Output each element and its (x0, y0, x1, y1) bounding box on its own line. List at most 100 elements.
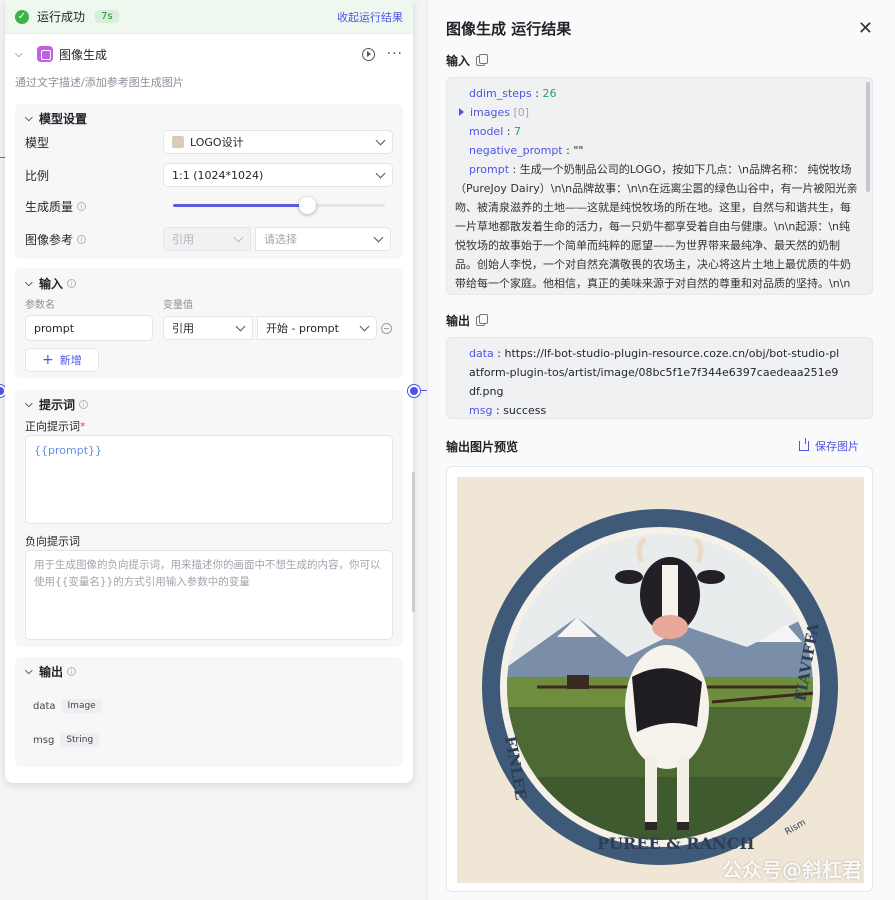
param-name-input[interactable]: prompt (25, 315, 153, 341)
model-settings-section: ⌵ 模型设置 模型 LOGO设计 比例 1:1 (1024*1024) 生成质量… (15, 104, 403, 259)
info-icon[interactable]: i (77, 201, 87, 211)
output-item: msg String (33, 733, 100, 747)
chevron-down-icon (375, 135, 386, 145)
input-json-viewer[interactable]: ddim_steps : 26 images [0] model : 7 neg… (446, 77, 873, 295)
quality-label: 生成质量 (25, 199, 74, 214)
json-scrollbar[interactable] (866, 82, 870, 192)
model-row: 模型 LOGO设计 (25, 129, 397, 155)
result-output-label: 输出 (446, 314, 471, 328)
caret-right-icon[interactable] (459, 108, 464, 116)
json-line[interactable]: images [0] (447, 103, 872, 122)
chevron-down-icon: ⌵ (25, 398, 33, 410)
logo-bottom-text: PUREE & RANCH (597, 834, 754, 853)
watermark-text: 公众号@斜杠君 (722, 858, 862, 882)
required-mark: * (80, 420, 86, 433)
output-section: ⌵ 输出 i data Image msg String (15, 657, 403, 767)
json-key: images (470, 106, 510, 119)
positive-prompt-label-wrap: 正向提示词* (25, 418, 86, 434)
close-icon[interactable]: ✕ (858, 18, 873, 39)
run-status-text: 运行成功 (37, 10, 86, 24)
input-title: 输入 (39, 276, 64, 291)
quality-slider[interactable] (173, 197, 385, 214)
output-title: 输出 (39, 664, 64, 679)
model-settings-title: 模型设置 (39, 111, 88, 126)
prompt-title: 提示词 (39, 397, 76, 412)
node-scrollbar[interactable] (412, 472, 415, 612)
chevron-down-icon[interactable]: ⌵ (15, 49, 29, 60)
negative-prompt-textarea[interactable]: 用于生成图像的负向提示词，用来描述你的画面中不想生成的内容，你可以使用{{变量名… (25, 550, 393, 640)
chevron-down-icon (235, 321, 246, 331)
image-generation-node[interactable]: ✓ 运行成功 7s 收起运行结果 ⌵ 图像生成 ··· 通过文字描述/添加参考图… (5, 0, 413, 783)
quality-slider-fill (173, 204, 307, 207)
json-key: ddim_steps (469, 87, 532, 100)
json-line: msg : success (469, 404, 547, 417)
generated-logo-image: FINLEE FIAVIFFA PUREE & RANCH Rism (457, 477, 864, 883)
negative-prompt-label: 负向提示词 (25, 535, 80, 548)
output-name: data (33, 700, 56, 712)
output-header[interactable]: ⌵ 输出 i (15, 657, 403, 679)
input-ref-type-select[interactable]: 引用 (163, 316, 253, 340)
run-node-icon[interactable] (361, 47, 375, 61)
json-line: prompt : 生成一个奶制品公司的LOGO，按如下几点：\n品牌名称： 纯悦… (447, 160, 872, 294)
json-line: negative_prompt : "" (469, 144, 584, 157)
save-image-label: 保存图片 (815, 440, 859, 453)
ref-label: 图像参考 (25, 232, 74, 247)
reference-row: 图像参考 i 引用 请选择 (25, 226, 397, 252)
json-array-count: [0] (513, 106, 530, 119)
negative-prompt-placeholder: 用于生成图像的负向提示词，用来描述你的画面中不想生成的内容，你可以使用{{变量名… (34, 559, 381, 588)
info-icon[interactable]: i (67, 278, 77, 288)
quality-slider-thumb[interactable] (298, 197, 316, 214)
info-icon[interactable]: i (67, 666, 77, 676)
output-port[interactable] (408, 385, 420, 397)
input-header[interactable]: ⌵ 输入 i (15, 268, 403, 291)
prompt-header[interactable]: ⌵ 提示词 i (15, 390, 403, 412)
copy-icon[interactable] (476, 313, 489, 326)
run-time-badge: 7s (95, 10, 119, 23)
json-line: data : https://lf-bot-studio-plugin-reso… (469, 347, 840, 398)
ratio-label: 比例 (25, 168, 50, 183)
input-ref-type: 引用 (172, 322, 194, 335)
json-key: model (469, 125, 504, 138)
param-name-header: 参数名 (25, 300, 55, 311)
info-icon[interactable]: i (77, 234, 87, 244)
model-select[interactable]: LOGO设计 (163, 130, 393, 154)
json-key: msg (469, 404, 493, 417)
preview-label: 输出图片预览 (446, 440, 519, 454)
output-type-tag: Image (61, 699, 102, 713)
model-logo-icon (172, 136, 184, 148)
positive-prompt-textarea[interactable]: {{prompt}} (25, 435, 393, 524)
input-ref-value: 开始 - prompt (266, 322, 339, 335)
input-section: ⌵ 输入 i 参数名 变量值 prompt 引用 开始 - prompt + 新… (15, 268, 403, 378)
json-key: data (469, 347, 494, 360)
json-key: negative_prompt (469, 144, 563, 157)
json-value: 生成一个奶制品公司的LOGO，按如下几点：\n品牌名称： 纯悦牧场（PureJo… (455, 163, 858, 290)
more-icon[interactable]: ··· (387, 46, 403, 62)
copy-icon[interactable] (476, 53, 489, 66)
collapse-results-link[interactable]: 收起运行结果 (337, 9, 403, 25)
input-ref-value-select[interactable]: 开始 - prompt (257, 316, 377, 340)
json-value: 7 (513, 125, 521, 138)
add-input-button[interactable]: + 新增 (25, 348, 99, 372)
remove-input-icon[interactable] (381, 323, 392, 334)
image-icon (37, 46, 53, 62)
output-json-viewer[interactable]: data : https://lf-bot-studio-plugin-reso… (446, 337, 873, 419)
run-status-bar: ✓ 运行成功 7s 收起运行结果 (5, 0, 413, 34)
run-result-panel: 图像生成 运行结果 ✕ 输入 ddim_steps : 26 images [0… (427, 0, 895, 900)
download-icon (799, 438, 809, 451)
var-value-header: 变量值 (163, 300, 193, 311)
chevron-down-icon (375, 168, 386, 178)
info-icon[interactable]: i (79, 399, 89, 409)
positive-prompt-value: {{prompt}} (34, 444, 102, 457)
ratio-select[interactable]: 1:1 (1024*1024) (163, 163, 393, 187)
model-value: LOGO设计 (190, 136, 244, 149)
ref-image-select[interactable]: 请选择 (255, 227, 391, 251)
json-value: success (503, 404, 547, 417)
save-image-button[interactable]: 保存图片 (799, 438, 859, 454)
check-circle-icon: ✓ (15, 9, 29, 24)
model-settings-header[interactable]: ⌵ 模型设置 (15, 104, 403, 126)
image-preview: FINLEE FIAVIFFA PUREE & RANCH Rism 公众号@斜… (446, 466, 873, 892)
result-input-label: 输入 (446, 54, 471, 68)
chevron-down-icon (359, 321, 370, 331)
chevron-down-icon: ⌵ (25, 665, 33, 677)
result-title: 图像生成 运行结果 (446, 20, 572, 38)
